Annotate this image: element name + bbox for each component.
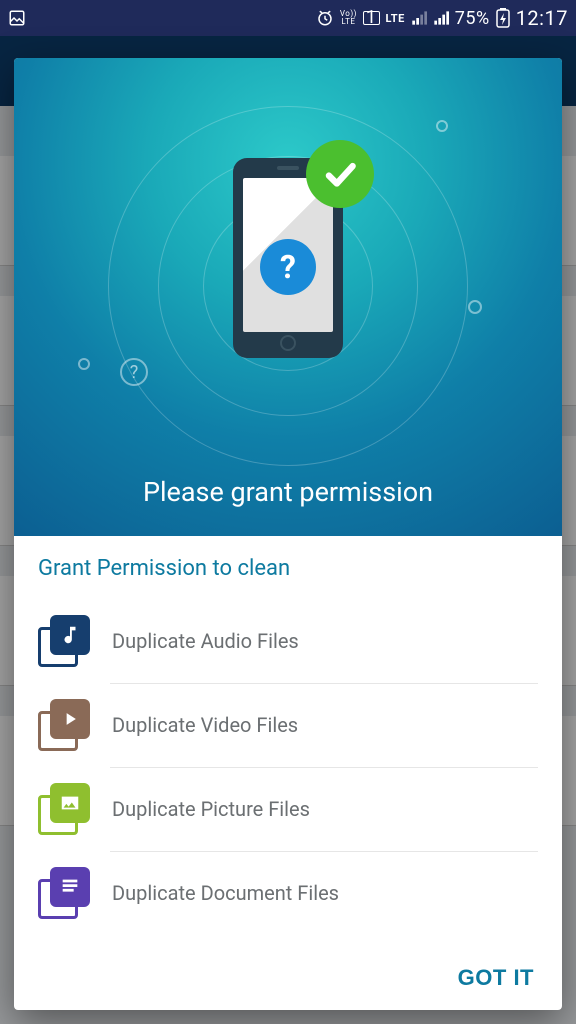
list-item-label: Duplicate Picture Files <box>112 797 310 821</box>
list-item: Duplicate Document Files <box>38 851 538 935</box>
question-badge-icon: ? <box>260 239 316 295</box>
dialog-actions: GOT IT <box>14 946 562 1010</box>
alarm-icon <box>316 9 334 27</box>
status-bar: Vo)) LTE 1 LTE 75% 12:17 <box>0 0 576 36</box>
list-item-label: Duplicate Document Files <box>112 881 339 905</box>
volte-icon: Vo)) LTE <box>340 10 357 26</box>
question-icon: ? <box>120 358 148 386</box>
document-icon <box>38 867 90 919</box>
dialog-title: Please grant permission <box>143 476 433 508</box>
orbit-dot <box>436 120 448 132</box>
picture-notification-icon <box>8 9 26 27</box>
signal-icon-2 <box>433 10 449 26</box>
list-item: Duplicate Picture Files <box>38 767 538 851</box>
sim-indicator: 1 <box>363 11 380 25</box>
picture-icon <box>38 783 90 835</box>
clock: 12:17 <box>516 6 568 30</box>
permission-dialog: ? ? Please grant permission Grant Permis… <box>14 58 562 1010</box>
lte-indicator: LTE <box>386 12 405 25</box>
battery-percent: 75% <box>455 8 490 29</box>
list-item: Duplicate Audio Files <box>38 599 538 683</box>
video-icon <box>38 699 90 751</box>
section-title: Grant Permission to clean <box>38 556 538 581</box>
list-item-label: Duplicate Video Files <box>112 713 298 737</box>
audio-icon <box>38 615 90 667</box>
orbit-dot <box>78 358 90 370</box>
dialog-content: Grant Permission to clean Duplicate Audi… <box>14 536 562 946</box>
list-item-label: Duplicate Audio Files <box>112 629 299 653</box>
dialog-hero: ? ? Please grant permission <box>14 58 562 536</box>
got-it-button[interactable]: GOT IT <box>452 955 540 1001</box>
checkmark-icon <box>306 140 374 208</box>
list-item: Duplicate Video Files <box>38 683 538 767</box>
battery-charging-icon <box>496 8 510 28</box>
signal-icon-1 <box>411 10 427 26</box>
orbit-dot <box>468 300 482 314</box>
